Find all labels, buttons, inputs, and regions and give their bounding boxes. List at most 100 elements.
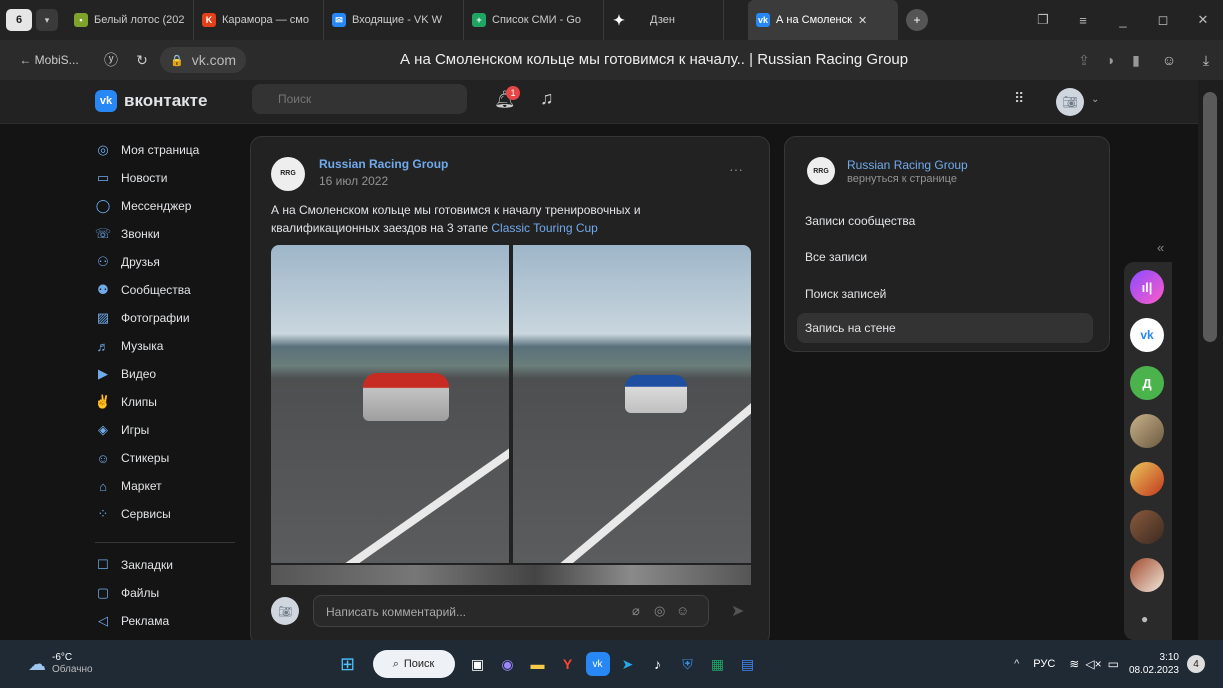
- community-name[interactable]: Russian Racing Group: [847, 158, 968, 172]
- tab-mail[interactable]: ✉ Входящие - VK W: [324, 0, 464, 40]
- community-avatar[interactable]: RRG: [271, 157, 305, 191]
- sidebar-item-games[interactable]: ◈ Игры: [95, 418, 149, 442]
- wifi-icon[interactable]: ≋: [1069, 657, 1079, 671]
- news-icon: ▭: [96, 170, 110, 185]
- sidebar-item-clips[interactable]: ✌ Клипы: [95, 390, 157, 414]
- close-tab-icon[interactable]: ✕: [858, 14, 867, 27]
- sheets-taskbar-icon[interactable]: ▦: [703, 649, 733, 679]
- extensions-icon[interactable]: ◑: [1097, 40, 1123, 80]
- send-icon[interactable]: ➤: [731, 601, 744, 621]
- alice-icon[interactable]: ıl|: [1130, 270, 1164, 304]
- clock-date[interactable]: 08.02.2023: [1129, 664, 1179, 677]
- sidebar-item-services[interactable]: ⁘ Сервисы: [95, 502, 171, 526]
- explorer-icon[interactable]: ▬: [523, 649, 553, 679]
- menu-icon[interactable]: ≡: [1063, 0, 1103, 40]
- apps-grid-icon[interactable]: ⠿: [1014, 90, 1024, 107]
- vk-messenger-icon[interactable]: vk: [1130, 318, 1164, 352]
- chat-avatar[interactable]: [1130, 558, 1164, 592]
- yandex-icon[interactable]: ⓨ: [98, 40, 124, 80]
- emoji-icon[interactable]: ☺: [676, 603, 689, 618]
- vk-logo[interactable]: vk вконтакте: [95, 90, 207, 112]
- menu-community-posts[interactable]: Записи сообщества: [797, 206, 1093, 236]
- teams-icon[interactable]: ◉: [493, 649, 523, 679]
- weather-temp: -6°C: [52, 652, 73, 663]
- close-window-icon[interactable]: ✕: [1183, 0, 1223, 40]
- sidebar-item-friends[interactable]: ⚇ Друзья: [95, 250, 160, 274]
- sidebar-item-files[interactable]: ▢ Файлы: [95, 581, 159, 605]
- battery-icon[interactable]: ▭: [1108, 657, 1119, 671]
- chat-avatar-d[interactable]: Д: [1130, 366, 1164, 400]
- tabs-dropdown-icon[interactable]: ▾: [36, 9, 58, 31]
- sidebar-item-bookmark[interactable]: ☐ Закладки: [95, 553, 173, 577]
- post-author[interactable]: Russian Racing Group: [319, 157, 448, 171]
- collapse-rail-icon[interactable]: «: [1157, 240, 1164, 255]
- community-avatar[interactable]: RRG: [807, 157, 835, 185]
- sidebar-item-stickers[interactable]: ☺ Стикеры: [95, 446, 169, 470]
- volume-icon[interactable]: ◁×: [1085, 657, 1101, 671]
- menu-all-posts[interactable]: Все записи: [797, 242, 1093, 272]
- chat-bubble-icon[interactable]: ●: [1141, 612, 1148, 626]
- sidebar-item-news[interactable]: ▭ Новости: [95, 166, 168, 190]
- comment-field[interactable]: Написать комментарий... ⌀ ◎ ☺: [313, 595, 709, 627]
- start-icon[interactable]: ⊞: [333, 649, 363, 679]
- menu-wall-post[interactable]: Запись на стене: [797, 313, 1093, 343]
- post-photo-left[interactable]: [271, 245, 509, 563]
- task-view-icon[interactable]: ▣: [463, 649, 493, 679]
- post-date[interactable]: 16 июл 2022: [319, 174, 388, 188]
- language-indicator[interactable]: РУС: [1033, 658, 1055, 670]
- tiktok-icon[interactable]: ♪: [643, 649, 673, 679]
- camera-icon[interactable]: ◎: [654, 603, 665, 619]
- security-icon[interactable]: ⛨: [673, 649, 703, 679]
- download-icon[interactable]: ⤓: [1189, 40, 1223, 80]
- sidebar-item-phone[interactable]: ☏ Звонки: [95, 222, 160, 246]
- avatar[interactable]: 📷︎: [1056, 88, 1084, 116]
- search-input[interactable]: [252, 84, 467, 114]
- docs-taskbar-icon[interactable]: ▤: [733, 649, 763, 679]
- chevron-down-icon[interactable]: ⌄: [1091, 94, 1099, 105]
- back-to-page-link[interactable]: вернуться к странице: [847, 173, 957, 185]
- chat-avatar[interactable]: [1130, 414, 1164, 448]
- post-link[interactable]: Classic Touring Cup: [491, 221, 598, 235]
- chat-avatar[interactable]: [1130, 462, 1164, 496]
- tab-sheets[interactable]: + Список СМИ - Go: [464, 0, 604, 40]
- reload-icon[interactable]: ↻: [124, 40, 160, 80]
- scrollbar-thumb[interactable]: [1203, 92, 1217, 342]
- sidebar-item-ads[interactable]: ◁ Реклама: [95, 609, 169, 633]
- back-button[interactable]: ← MobiS...: [0, 40, 98, 80]
- telegram-icon[interactable]: ➤: [613, 649, 643, 679]
- post-menu-icon[interactable]: ···: [729, 161, 743, 177]
- collections-icon[interactable]: ❐: [1023, 0, 1063, 40]
- profile-icon[interactable]: ☺: [1149, 40, 1189, 80]
- vk-taskbar-icon[interactable]: vk: [585, 652, 610, 676]
- post-photo-right[interactable]: [513, 245, 751, 563]
- sidebar-item-communities[interactable]: ⚉ Сообщества: [95, 278, 191, 302]
- music-player-icon[interactable]: ♫: [540, 88, 554, 109]
- tray-chevron-icon[interactable]: ^: [1014, 658, 1019, 670]
- tab-lotus[interactable]: ▪ Белый лотос (202: [66, 0, 194, 40]
- tab-counter[interactable]: 6: [6, 9, 32, 31]
- taskbar-search[interactable]: ⌕ Поиск: [372, 650, 455, 678]
- tab-karamora[interactable]: K Карамора — смо: [194, 0, 324, 40]
- weather-icon[interactable]: ☁: [28, 654, 46, 675]
- tab-dzen[interactable]: ✦ Дзен: [604, 0, 724, 40]
- minimize-icon[interactable]: _: [1103, 0, 1143, 40]
- share-icon[interactable]: ⇪: [1071, 40, 1097, 80]
- tab-vk-active[interactable]: vk А на Смоленск ✕: [748, 0, 898, 40]
- maximize-icon[interactable]: ◻: [1143, 0, 1183, 40]
- sidebar-item-photo[interactable]: ▨ Фотографии: [95, 306, 190, 330]
- post-photo-strip[interactable]: [271, 565, 751, 585]
- chat-avatar[interactable]: [1130, 510, 1164, 544]
- sidebar-item-video[interactable]: ▶ Видео: [95, 362, 156, 386]
- notification-center-icon[interactable]: 4: [1187, 655, 1205, 673]
- sidebar-item-message[interactable]: ◯ Мессенджер: [95, 194, 192, 218]
- menu-search-posts[interactable]: Поиск записей: [797, 279, 1093, 309]
- bookmark-page-icon[interactable]: ▮: [1123, 40, 1149, 80]
- new-tab-button[interactable]: +: [906, 9, 928, 31]
- sidebar-item-music[interactable]: ♬ Музыка: [95, 334, 164, 358]
- sidebar-item-market[interactable]: ⌂ Маркет: [95, 474, 162, 498]
- yandex-browser-icon[interactable]: Y: [553, 649, 583, 679]
- clock-time[interactable]: 3:10: [1129, 651, 1179, 664]
- attach-icon[interactable]: ⌀: [632, 603, 640, 619]
- url-field[interactable]: 🔒 vk.com: [160, 47, 247, 73]
- sidebar-item-user[interactable]: ◎ Моя страница: [95, 138, 199, 162]
